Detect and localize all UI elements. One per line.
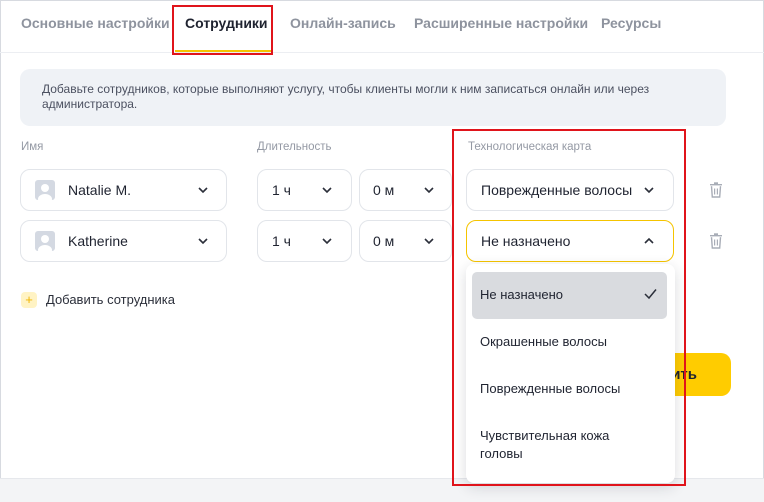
chevron-up-icon [644,237,654,244]
add-employee-label: Добавить сотрудника [46,292,175,307]
tech-card-select-2[interactable]: Не назначено [466,220,674,262]
dropdown-option-sensitive-scalp[interactable]: Чувствительная кожа головы [472,427,642,463]
chevron-down-icon [644,187,654,194]
tech-card-value: Не назначено [481,233,571,249]
info-banner: Добавьте сотрудников, которые выполняют … [20,69,726,126]
minutes-value: 0 м [373,233,395,249]
plus-icon: + [21,292,37,308]
chevron-down-icon [424,187,434,194]
tech-card-select-1[interactable]: Поврежденные волосы [466,169,674,211]
column-label-name: Имя [21,141,44,153]
hours-value: 1 ч [272,182,291,198]
chevron-down-icon [322,238,332,245]
hours-select-2[interactable]: 1 ч [257,220,352,262]
employee-select-1[interactable]: Natalie M. [20,169,227,211]
chevron-down-icon [198,187,208,194]
minutes-select-2[interactable]: 0 м [359,220,452,262]
dropdown-option-damaged-hair[interactable]: Поврежденные волосы [472,380,667,398]
tech-card-value: Поврежденные волосы [481,182,633,198]
hours-select-1[interactable]: 1 ч [257,169,352,211]
save-button-label: ить [671,366,697,383]
employee-name: Katherine [68,233,128,249]
tab-advanced-settings[interactable]: Расширенные настройки [414,15,588,31]
dropdown-option-not-assigned[interactable]: Не назначено [472,272,667,319]
employee-select-2[interactable]: Katherine [20,220,227,262]
tab-online-booking[interactable]: Онлайн-запись [290,15,396,31]
employee-name: Natalie M. [68,182,132,198]
avatar-icon [35,231,55,251]
tab-basic-settings[interactable]: Основные настройки [21,15,170,31]
check-icon [644,289,657,300]
tab-bar: Основные настройки Сотрудники Онлайн-зап… [0,0,764,53]
option-label: Не назначено [480,287,563,302]
minutes-value: 0 м [373,182,395,198]
column-label-tech-card: Технологическая карта [468,141,592,153]
tab-resources[interactable]: Ресурсы [601,15,661,31]
tech-card-dropdown-menu: Не назначено Окрашенные волосы Поврежден… [466,264,675,483]
minutes-select-1[interactable]: 0 м [359,169,452,211]
trash-icon[interactable] [709,182,723,198]
avatar-icon [35,180,55,200]
dropdown-option-colored-hair[interactable]: Окрашенные волосы [472,333,667,351]
tab-employees[interactable]: Сотрудники [185,15,268,31]
trash-icon[interactable] [709,233,723,249]
column-label-duration: Длительность [257,141,332,153]
active-tab-indicator [175,50,271,52]
hours-value: 1 ч [272,233,291,249]
chevron-down-icon [424,238,434,245]
chevron-down-icon [198,238,208,245]
chevron-down-icon [322,187,332,194]
